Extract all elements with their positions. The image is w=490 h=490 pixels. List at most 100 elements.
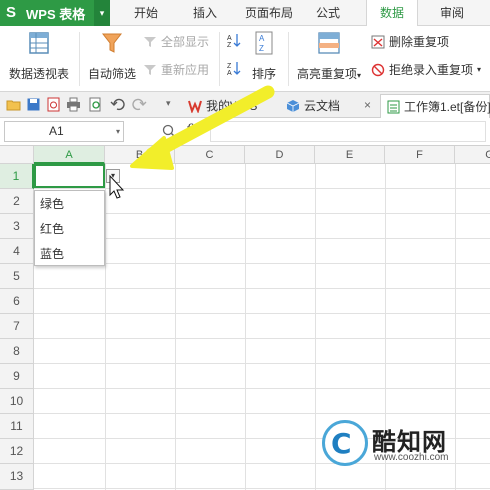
open-folder-icon[interactable] [6, 97, 21, 112]
remove-duplicates-label: 删除重复项 [389, 35, 450, 49]
row-header-11[interactable]: 11 [0, 414, 34, 439]
coozhi-logo-icon: C [322, 420, 368, 466]
show-all-label: 全部显示 [161, 35, 210, 49]
doctab-cloud-docs[interactable]: 云文档 [280, 94, 346, 118]
formula-bar: A1 ▾ fx [0, 118, 490, 146]
coozhi-watermark: C 酷知网 www.coozhi.com [322, 412, 482, 482]
grid-line [34, 313, 490, 314]
row-header-13[interactable]: 13 [0, 464, 34, 490]
column-header-f[interactable]: F [385, 146, 455, 164]
reject-duplicates-icon [371, 63, 385, 77]
tab-home[interactable]: 开始 [126, 0, 166, 26]
menu-tab-bar: S WPS 表格 ▾ 开始 插入 页面布局 公式 数据 审阅 [0, 0, 490, 27]
reapply-funnel-icon [144, 65, 156, 75]
doctab-my-wps[interactable]: 我的WPS [182, 94, 263, 118]
dropdown-option-blue[interactable]: 蓝色 [35, 242, 104, 266]
column-header-c[interactable]: C [175, 146, 245, 164]
tab-review[interactable]: 审阅 [432, 0, 472, 26]
wps-logo-icon: S [6, 4, 17, 21]
doctab-my-wps-label: 我的WPS [206, 99, 258, 113]
grid-line [34, 388, 490, 389]
column-header-b[interactable]: B [105, 146, 175, 164]
highlight-duplicates-icon [318, 32, 340, 54]
document-tab-bar: ▾ 我的WPS 云文档 × 工作簿1.et[备份] [0, 92, 490, 118]
highlight-caret-icon[interactable]: ▾ [357, 71, 361, 80]
row-header-7[interactable]: 7 [0, 314, 34, 339]
data-ribbon: 数据透视表 自动筛选 全部显示 重新应用 A Z Z A A Z 排序 高亮重复… [0, 26, 490, 92]
sort-button[interactable]: A Z 排序 [246, 30, 282, 82]
reject-duplicates-button[interactable]: 拒绝录入重复项 ▾ [371, 60, 481, 80]
doctab-workbook-label: 工作簿1.et[备份] [404, 99, 490, 114]
dropdown-option-red[interactable]: 红色 [35, 217, 104, 241]
reject-caret-icon[interactable]: ▾ [477, 60, 481, 80]
spreadsheet-file-icon [387, 100, 400, 113]
more-tabs-caret-icon[interactable]: ▾ [166, 98, 171, 109]
ribbon-separator [219, 32, 220, 86]
print-preview-icon[interactable] [88, 97, 103, 112]
sort-icon: A Z [255, 31, 273, 55]
auto-filter-button[interactable]: 自动筛选 [86, 30, 138, 82]
sort-ascending-icon[interactable]: A Z [226, 32, 242, 48]
watermark-url: www.coozhi.com [374, 452, 449, 463]
grid-line [34, 363, 490, 364]
save-icon[interactable] [26, 97, 41, 112]
dropdown-option-green[interactable]: 绿色 [35, 192, 104, 216]
insert-function-icon[interactable]: fx [186, 122, 199, 138]
remove-duplicates-icon [371, 35, 385, 49]
close-cloud-tab-icon[interactable]: × [364, 98, 371, 112]
row-header-2[interactable]: 2 [0, 189, 34, 214]
column-header-g[interactable]: G [455, 146, 490, 164]
sort-label: 排序 [251, 67, 276, 81]
column-header-e[interactable]: E [315, 146, 385, 164]
name-box[interactable]: A1 ▾ [4, 121, 124, 142]
grid-line [34, 188, 490, 189]
ribbon-separator [288, 32, 289, 86]
export-pdf-icon[interactable] [46, 97, 61, 112]
row-header-4[interactable]: 4 [0, 239, 34, 264]
row-header-12[interactable]: 12 [0, 439, 34, 464]
tab-insert[interactable]: 插入 [185, 0, 225, 26]
pivot-table-label: 数据透视表 [8, 67, 69, 81]
reject-duplicates-label: 拒绝录入重复项 [389, 63, 474, 77]
row-header-8[interactable]: 8 [0, 339, 34, 364]
highlight-duplicates-button[interactable]: 高亮重复项▾ [292, 30, 366, 82]
doctab-workbook[interactable]: 工作簿1.et[备份] [380, 94, 490, 118]
show-all-button[interactable]: 全部显示 [143, 32, 209, 52]
cell-dropdown-button[interactable]: ▾ [106, 169, 120, 183]
column-header-a[interactable]: A [34, 146, 105, 164]
row-header-6[interactable]: 6 [0, 289, 34, 314]
validation-dropdown-list: 绿色 红色 蓝色 [34, 190, 105, 266]
undo-icon[interactable] [110, 97, 125, 112]
sort-descending-icon[interactable]: Z A [226, 60, 242, 76]
grid-line [34, 488, 490, 489]
grid-line [34, 288, 490, 289]
formula-input[interactable] [210, 121, 486, 142]
row-header-3[interactable]: 3 [0, 214, 34, 239]
pivot-table-button[interactable]: 数据透视表 [6, 30, 72, 82]
redo-icon[interactable] [132, 97, 147, 112]
row-header-5[interactable]: 5 [0, 264, 34, 289]
svg-text:Z: Z [227, 42, 232, 48]
name-box-value: A1 [49, 124, 64, 138]
svg-text:Z: Z [259, 44, 264, 53]
selected-cell-a1[interactable] [34, 164, 105, 188]
tab-formulas[interactable]: 公式 [308, 0, 348, 26]
wps-app-button[interactable]: S WPS 表格 ▾ [0, 0, 110, 26]
row-header-9[interactable]: 9 [0, 364, 34, 389]
tab-data[interactable]: 数据 [366, 0, 418, 27]
app-menu-caret-icon[interactable]: ▾ [94, 0, 110, 26]
show-all-funnel-icon [144, 37, 156, 47]
row-header-1[interactable]: 1 [0, 164, 34, 189]
remove-duplicates-button[interactable]: 删除重复项 [371, 32, 449, 52]
name-box-caret-icon[interactable]: ▾ [116, 122, 120, 141]
select-all-corner[interactable] [0, 146, 34, 164]
row-header-10[interactable]: 10 [0, 389, 34, 414]
svg-text:A: A [227, 70, 232, 76]
tab-page-layout[interactable]: 页面布局 [238, 0, 300, 26]
column-header-d[interactable]: D [245, 146, 315, 164]
print-icon[interactable] [66, 97, 81, 112]
app-title: WPS 表格 [26, 6, 86, 22]
zoom-search-icon[interactable] [162, 124, 177, 139]
reapply-label: 重新应用 [161, 63, 210, 77]
reapply-button[interactable]: 重新应用 [143, 60, 209, 80]
